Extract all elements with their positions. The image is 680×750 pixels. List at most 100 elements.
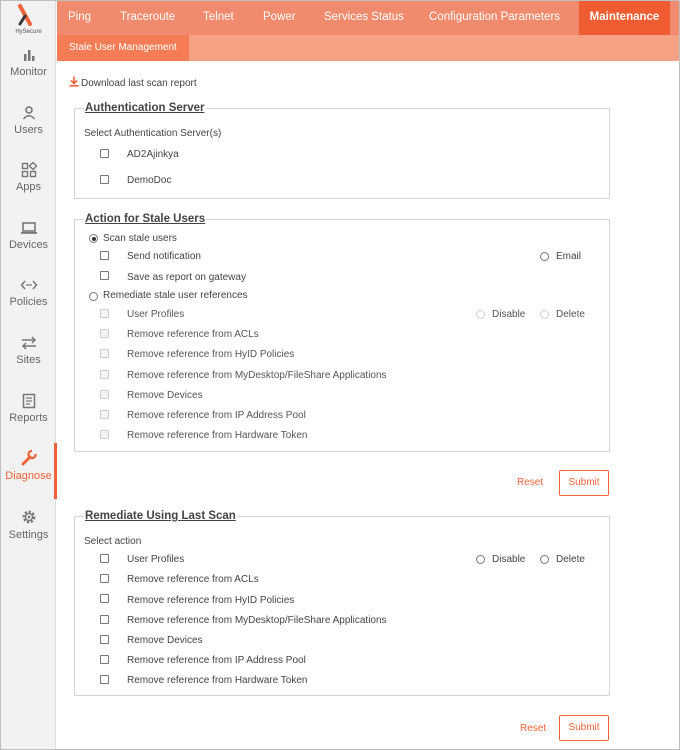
item-label: Remove Devices <box>127 635 203 646</box>
email-radio[interactable] <box>540 252 549 261</box>
sidebar-item-reports[interactable]: Reports <box>1 393 56 443</box>
sidebar-item-users[interactable]: Users <box>1 105 56 155</box>
user-profiles-label: User Profiles <box>127 309 185 320</box>
delete-radio[interactable] <box>540 310 549 319</box>
item-label: Remove reference from ACLs <box>127 574 259 585</box>
user-profiles-checkbox[interactable] <box>100 554 109 563</box>
apps-icon <box>21 162 37 178</box>
logo-icon <box>18 4 32 26</box>
server-label: AD2Ajinkya <box>127 149 179 160</box>
item-checkbox[interactable] <box>100 635 109 644</box>
item-checkbox[interactable] <box>100 675 109 684</box>
remediate-radio[interactable] <box>89 292 98 301</box>
sub-nav: Stale User Management <box>57 35 679 61</box>
submit-button[interactable]: Submit <box>559 715 609 741</box>
item-checkbox[interactable] <box>100 615 109 624</box>
email-label: Email <box>556 251 582 262</box>
user-profiles-checkbox[interactable] <box>100 309 109 318</box>
item-checkbox[interactable] <box>100 655 109 664</box>
tab-telnet[interactable]: Telnet <box>203 1 234 35</box>
sidebar-item-label: Diagnose <box>5 470 52 482</box>
item-checkbox[interactable] <box>100 329 109 338</box>
delete-label: Delete <box>556 554 585 565</box>
report-icon <box>22 393 35 409</box>
tab-configuration-parameters[interactable]: Configuration Parameters <box>429 1 560 35</box>
item-label: Remove reference from IP Address Pool <box>127 655 306 666</box>
item-checkbox[interactable] <box>100 430 109 439</box>
reset-button[interactable]: Reset <box>517 477 543 488</box>
last-scan-section: Remediate Using Last Scan Select action … <box>74 510 610 696</box>
scan-radio[interactable] <box>89 234 98 243</box>
user-profiles-label: User Profiles <box>127 554 185 565</box>
save-report-label: Save as report on gateway <box>127 272 246 283</box>
item-checkbox[interactable] <box>100 390 109 399</box>
tab-traceroute[interactable]: Traceroute <box>120 1 175 35</box>
last-scan-title: Remediate Using Last Scan <box>84 510 237 522</box>
server-checkbox[interactable] <box>100 175 109 184</box>
tab-maintenance[interactable]: Maintenance <box>579 1 670 35</box>
auth-server-section: Authentication Server Select Authenticat… <box>74 102 610 199</box>
disable-radio[interactable] <box>476 310 485 319</box>
sidebar-item-diagnose[interactable]: Diagnose <box>1 443 57 499</box>
sidebar-item-label: Reports <box>9 412 48 424</box>
delete-radio[interactable] <box>540 555 549 564</box>
sidebar-item-label: Apps <box>15 181 42 193</box>
disable-label: Disable <box>492 554 526 565</box>
item-label: Remove reference from HyID Policies <box>127 349 295 360</box>
sidebar-item-policies[interactable]: Policies <box>1 277 56 327</box>
tab-power[interactable]: Power <box>263 1 296 35</box>
item-checkbox[interactable] <box>100 370 109 379</box>
send-notification-checkbox[interactable] <box>100 251 109 260</box>
item-checkbox[interactable] <box>100 594 109 603</box>
item-label: Remove reference from Hardware Token <box>127 430 308 441</box>
save-report-checkbox[interactable] <box>100 271 109 280</box>
server-checkbox[interactable] <box>100 149 109 158</box>
item-checkbox[interactable] <box>100 410 109 419</box>
sidebar-item-label: Sites <box>16 354 41 366</box>
server-label: DemoDoc <box>127 175 172 186</box>
gear-icon <box>22 510 35 524</box>
sidebar-item-label: Monitor <box>10 66 47 78</box>
bar-chart-icon <box>23 50 34 61</box>
sidebar-item-sites[interactable]: Sites <box>1 335 56 385</box>
disable-radio[interactable] <box>476 555 485 564</box>
sidebar-item-label: Users <box>14 124 43 136</box>
item-label: Remove reference from MyDesktop/FileShar… <box>127 615 387 626</box>
auth-server-title: Authentication Server <box>84 102 206 114</box>
delete-label: Delete <box>556 309 585 320</box>
sidebar-item-label: Settings <box>8 529 49 541</box>
disable-label: Disable <box>492 309 526 320</box>
brand-name: HySecure <box>15 29 42 35</box>
sidebar-item-monitor[interactable]: Monitor <box>1 47 56 97</box>
auth-server-prompt: Select Authentication Server(s) <box>84 128 222 139</box>
submit-button[interactable]: Submit <box>559 470 609 496</box>
stale-action-title: Action for Stale Users <box>84 213 207 225</box>
stale-action-section: Action for Stale Users Scan stale users … <box>74 213 610 452</box>
sidebar-item-settings[interactable]: Settings <box>1 508 56 558</box>
sidebar-item-apps[interactable]: Apps <box>1 162 56 212</box>
reset-button[interactable]: Reset <box>520 723 546 734</box>
item-label: Remove reference from Hardware Token <box>127 675 308 686</box>
item-checkbox[interactable] <box>100 349 109 358</box>
download-icon <box>69 76 79 87</box>
top-nav: Ping Traceroute Telnet Power Services St… <box>57 1 679 35</box>
sidebar-item-devices[interactable]: Devices <box>1 220 56 270</box>
sidebar-item-label: Devices <box>8 239 49 251</box>
tab-ping[interactable]: Ping <box>68 1 91 35</box>
item-label: Remove reference from IP Address Pool <box>127 410 306 421</box>
item-checkbox[interactable] <box>100 574 109 583</box>
download-report-link[interactable]: Download last scan report <box>69 76 197 89</box>
download-label: Download last scan report <box>81 78 197 89</box>
sidebar-item-label: Policies <box>9 296 48 308</box>
item-label: Remove reference from ACLs <box>127 329 259 340</box>
remediate-label: Remediate stale user references <box>103 290 248 301</box>
subtab-stale-user-management[interactable]: Stale User Management <box>57 35 189 61</box>
laptop-icon <box>20 222 37 234</box>
item-label: Remove reference from HyID Policies <box>127 595 295 606</box>
send-notification-label: Send notification <box>127 251 201 262</box>
tab-services-status[interactable]: Services Status <box>324 1 404 35</box>
brand-logo[interactable]: HySecure <box>1 1 56 41</box>
scan-label: Scan stale users <box>103 233 177 244</box>
item-label: Remove Devices <box>127 390 203 401</box>
swap-arrows-icon <box>21 336 36 350</box>
